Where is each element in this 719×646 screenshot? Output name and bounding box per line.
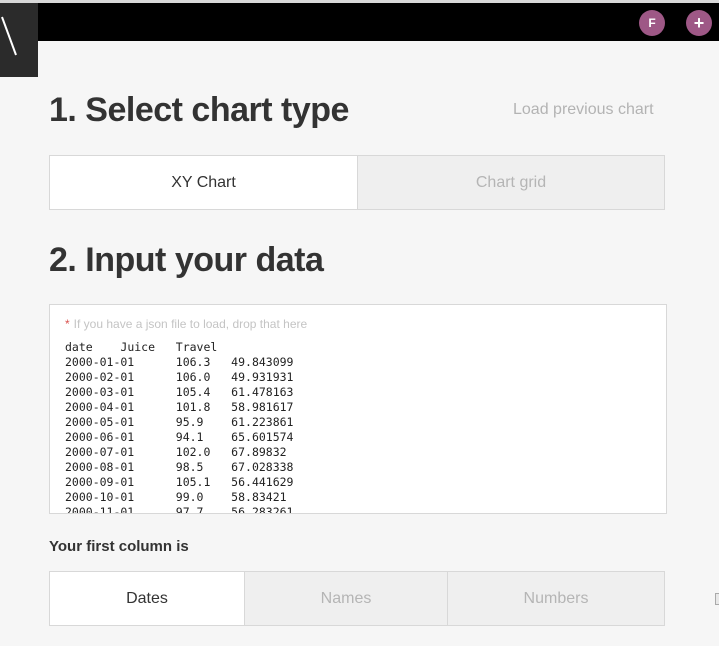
numbers-option[interactable]: Numbers	[447, 572, 664, 625]
logo-slash-icon	[1, 16, 17, 56]
names-option[interactable]: Names	[244, 572, 447, 625]
data-textarea[interactable]: date Juice Travel 2000-01-01 106.3 49.84…	[65, 340, 293, 513]
chart-type-selector: XY Chart Chart grid	[49, 155, 665, 210]
scrollbar-handle[interactable]	[715, 593, 719, 605]
required-asterisk: *	[65, 317, 70, 331]
add-icon[interactable]: +	[686, 10, 712, 36]
dates-option[interactable]: Dates	[50, 572, 244, 625]
drop-hint-text: If you have a json file to load, drop th…	[73, 317, 308, 331]
chart-grid-option[interactable]: Chart grid	[357, 156, 664, 209]
first-column-label: Your first column is	[49, 538, 189, 555]
first-column-type-selector: Dates Names Numbers	[49, 571, 665, 626]
user-avatar[interactable]: F	[639, 10, 665, 36]
load-previous-chart-link[interactable]: Load previous chart	[513, 101, 654, 119]
input-data-title: 2. Input your data	[49, 241, 324, 279]
top-bar	[0, 0, 719, 41]
select-chart-type-title: 1. Select chart type	[49, 91, 349, 129]
drop-hint: * If you have a json file to load, drop t…	[65, 317, 307, 331]
app-logo[interactable]	[0, 3, 38, 77]
data-input-area[interactable]: * If you have a json file to load, drop t…	[49, 304, 667, 514]
xy-chart-option[interactable]: XY Chart	[50, 156, 357, 209]
